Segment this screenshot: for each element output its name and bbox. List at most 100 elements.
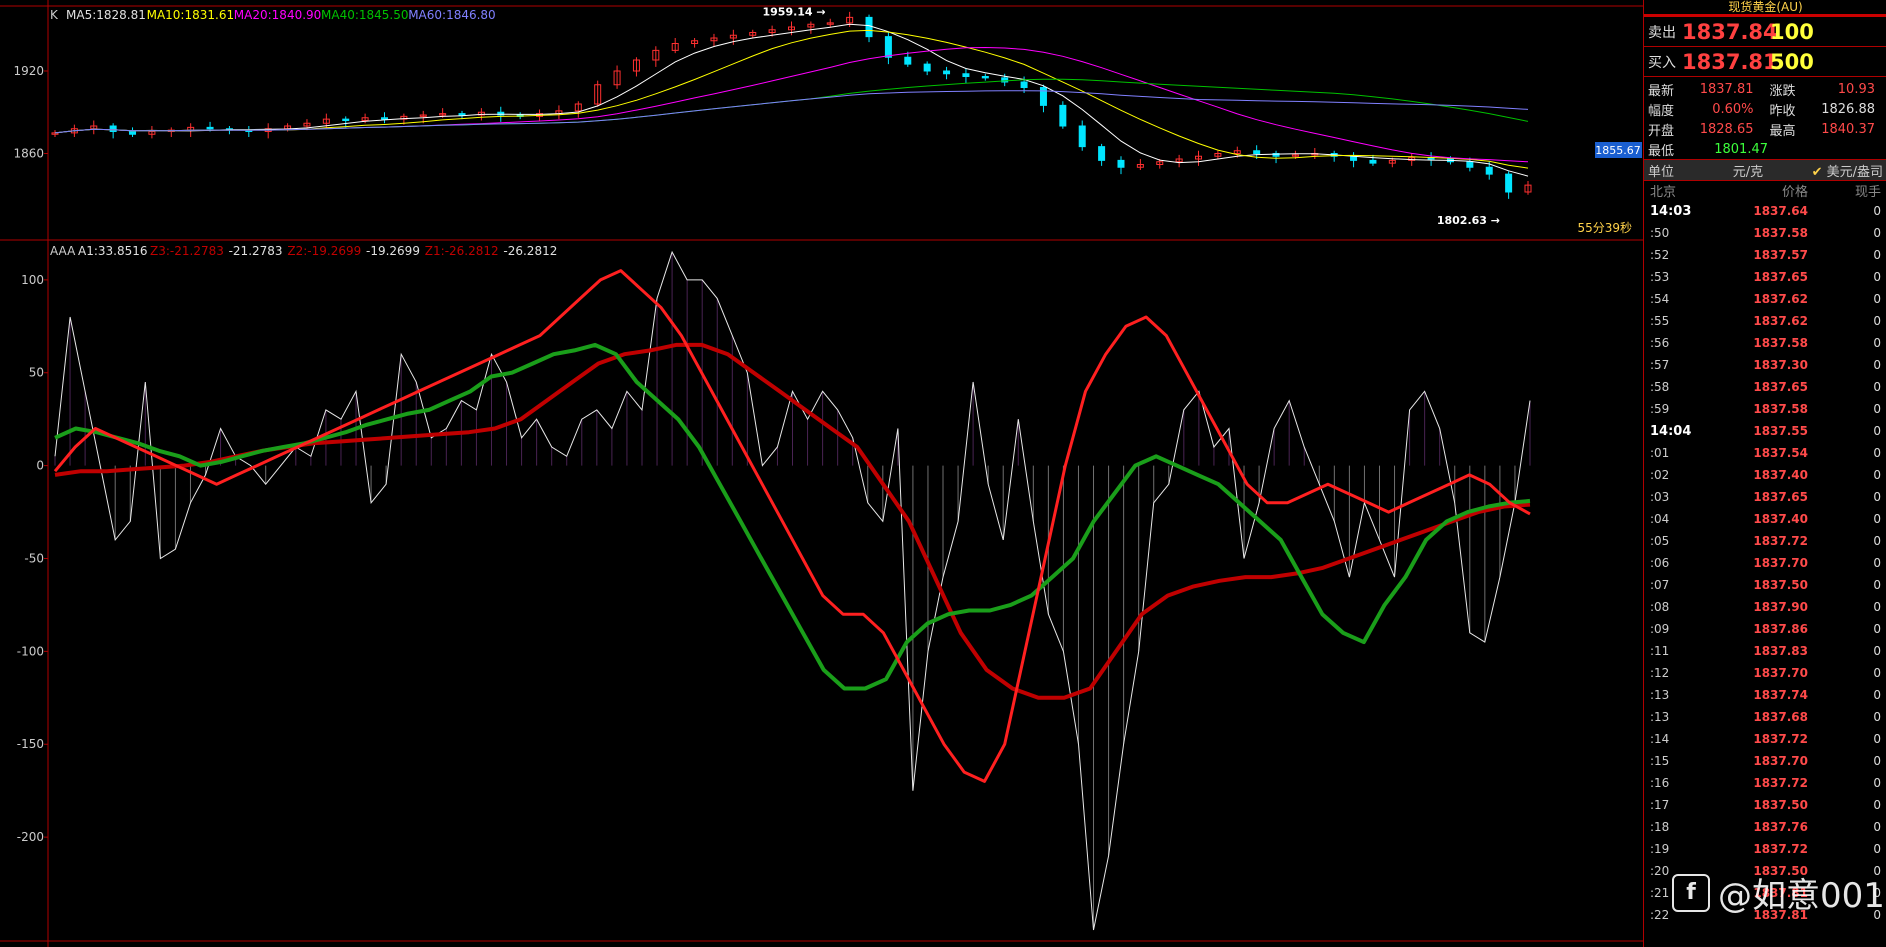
indicator-readout: -19.2699 — [366, 244, 420, 258]
tick-row[interactable]: :13 1837.74 0 — [1644, 684, 1886, 706]
tick-time: :04 — [1650, 512, 1670, 526]
tick-price: 1837.72 — [1753, 732, 1808, 746]
candle-body — [1098, 146, 1106, 161]
tick-time: :50 — [1650, 226, 1670, 240]
stats-block: 最新 1837.81 涨跌 10.93 幅度 0.60% 昨收 1826.88 开盘 1828.6… — [1644, 77, 1886, 159]
tick-row[interactable]: :15 1837.70 0 — [1644, 750, 1886, 772]
tick-row[interactable]: :04 1837.40 0 — [1644, 508, 1886, 530]
tick-row[interactable]: :05 1837.72 0 — [1644, 530, 1886, 552]
tick-price: 1837.62 — [1753, 292, 1808, 306]
sell-volume: 100 — [1770, 19, 1814, 44]
tick-volume: 0 — [1873, 798, 1881, 812]
sell-row[interactable]: 卖出 1837.84 100 — [1644, 17, 1886, 47]
tick-row[interactable]: :02 1837.40 0 — [1644, 464, 1886, 486]
candle-body — [1020, 81, 1028, 88]
main-chart-svg[interactable]: 1920 1860 K MA5:1828.81 MA10:1831.61 MA20:184… — [0, 0, 1643, 947]
unit-row: 单位 元/克 ✔ 美元/盎司 — [1644, 159, 1886, 181]
tick-time: :07 — [1650, 578, 1670, 592]
stat-value: 10.93 — [1837, 81, 1875, 97]
tick-row[interactable]: :54 1837.62 0 — [1644, 288, 1886, 310]
candle-body — [1253, 150, 1261, 154]
tick-price: 1837.58 — [1753, 226, 1808, 240]
tick-row[interactable]: 14:04 1837.55 0 — [1644, 420, 1886, 442]
stat-value: 1801.47 — [1714, 141, 1768, 157]
buy-volume: 500 — [1770, 49, 1814, 74]
tick-header-time: 北京 — [1650, 185, 1677, 200]
tick-time: :56 — [1650, 336, 1670, 350]
tick-row[interactable]: :09 1837.86 0 — [1644, 618, 1886, 640]
tick-price: 1837.70 — [1753, 666, 1808, 680]
tick-time: :57 — [1650, 358, 1670, 372]
ma-legend-label: MA5:1828.81 — [66, 8, 146, 22]
instrument-title-text: 现货黄金(AU) — [1728, 0, 1803, 14]
unit-cny[interactable]: 元/克 — [1708, 161, 1788, 180]
tick-time: :03 — [1650, 490, 1670, 504]
bottom-ytick-label: 50 — [29, 366, 44, 380]
tick-time: :52 — [1650, 248, 1670, 262]
tick-volume: 0 — [1873, 248, 1881, 262]
tick-row[interactable]: :16 1837.72 0 — [1644, 772, 1886, 794]
tick-row[interactable]: :03 1837.65 0 — [1644, 486, 1886, 508]
chart-area[interactable]: 1920 1860 K MA5:1828.81 MA10:1831.61 MA20:184… — [0, 0, 1643, 947]
tick-price: 1837.55 — [1753, 424, 1808, 438]
candle-body — [1466, 161, 1474, 168]
tick-row[interactable]: :11 1837.83 0 — [1644, 640, 1886, 662]
tick-volume: 0 — [1873, 776, 1881, 790]
tick-header-price: 价格 — [1781, 185, 1808, 200]
tick-row[interactable]: :08 1837.90 0 — [1644, 596, 1886, 618]
tick-volume: 0 — [1873, 666, 1881, 680]
tick-row[interactable]: :58 1837.65 0 — [1644, 376, 1886, 398]
tick-time: :11 — [1650, 644, 1670, 658]
tick-row[interactable]: :50 1837.58 0 — [1644, 222, 1886, 244]
tick-list[interactable]: 14:03 1837.64 0 :50 1837.58 0 :52 1837.57 0 :53 18… — [1644, 200, 1886, 926]
bottom-ytick-label: 0 — [36, 459, 44, 473]
tick-row[interactable]: :55 1837.62 0 — [1644, 310, 1886, 332]
tick-price: 1837.54 — [1753, 446, 1808, 460]
tick-row[interactable]: :14 1837.72 0 — [1644, 728, 1886, 750]
tick-time: :06 — [1650, 556, 1670, 570]
tick-price: 1837.57 — [1753, 248, 1808, 262]
tick-volume: 0 — [1873, 732, 1881, 746]
tick-row[interactable]: :18 1837.76 0 — [1644, 816, 1886, 838]
tick-time: :55 — [1650, 314, 1670, 328]
tick-time: :01 — [1650, 446, 1670, 460]
watermark-text: @如意001 — [1718, 876, 1885, 916]
tick-row[interactable]: 14:03 1837.64 0 — [1644, 200, 1886, 222]
candle-body — [1485, 166, 1493, 175]
tick-time: :54 — [1650, 292, 1670, 306]
ma5-line — [54, 23, 1529, 177]
tick-row[interactable]: :06 1837.70 0 — [1644, 552, 1886, 574]
tick-row[interactable]: :56 1837.58 0 — [1644, 332, 1886, 354]
tick-volume: 0 — [1873, 468, 1881, 482]
candle-body — [1369, 159, 1377, 164]
tick-volume: 0 — [1873, 336, 1881, 350]
unit-usd[interactable]: ✔ 美元/盎司 — [1788, 161, 1886, 180]
tick-time: :59 — [1650, 402, 1670, 416]
indicator-readout: -26.2812 — [503, 244, 557, 258]
tick-row[interactable]: :52 1837.57 0 — [1644, 244, 1886, 266]
tick-time: :17 — [1650, 798, 1670, 812]
tick-row[interactable]: :57 1837.30 0 — [1644, 354, 1886, 376]
tick-row[interactable]: :59 1837.58 0 — [1644, 398, 1886, 420]
tick-volume: 0 — [1873, 622, 1881, 636]
tick-volume: 0 — [1873, 578, 1881, 592]
tick-price: 1837.40 — [1753, 468, 1808, 482]
tick-time: :13 — [1650, 710, 1670, 724]
tick-time: :16 — [1650, 776, 1670, 790]
buy-row[interactable]: 买入 1837.81 500 — [1644, 47, 1886, 77]
tick-row[interactable]: :01 1837.54 0 — [1644, 442, 1886, 464]
tick-header: 北京 价格 现手 — [1644, 181, 1886, 200]
tick-row[interactable]: :53 1837.65 0 — [1644, 266, 1886, 288]
tick-volume: 0 — [1873, 314, 1881, 328]
tick-row[interactable]: :13 1837.68 0 — [1644, 706, 1886, 728]
tick-time: :15 — [1650, 754, 1670, 768]
tick-row[interactable]: :19 1837.72 0 — [1644, 838, 1886, 860]
stat-row: 开盘 1828.65 最高 1840.37 — [1644, 119, 1886, 139]
tick-row[interactable]: :17 1837.50 0 — [1644, 794, 1886, 816]
stat-label: 开盘 — [1648, 123, 1675, 139]
tick-price: 1837.64 — [1753, 204, 1808, 218]
stat-value: 0.60% — [1712, 101, 1754, 117]
tick-volume: 0 — [1873, 644, 1881, 658]
tick-row[interactable]: :07 1837.50 0 — [1644, 574, 1886, 596]
tick-row[interactable]: :12 1837.70 0 — [1644, 662, 1886, 684]
